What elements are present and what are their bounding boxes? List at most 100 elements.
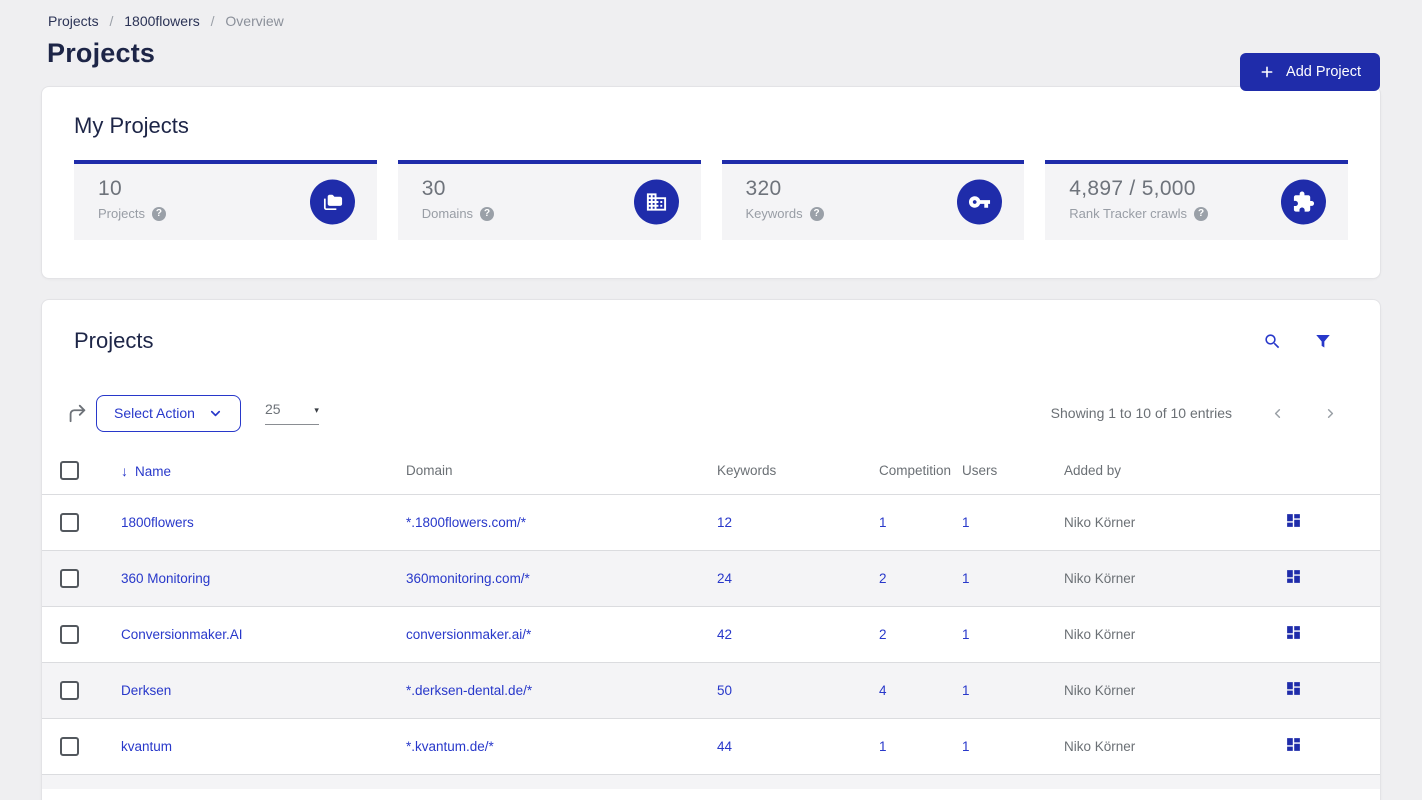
dashboard-icon[interactable] [1285,680,1302,697]
my-projects-title: My Projects [74,113,189,138]
project-domain-link[interactable]: 360monitoring.com/* [406,571,530,586]
row-checkbox[interactable] [60,736,79,756]
stat-card-crawls: 4,897 / 5,000 Rank Tracker crawls ? [1045,160,1348,240]
projects-table: ↓ Name Domain Keywords Competition Users … [42,448,1380,775]
project-name-link[interactable]: 360 Monitoring [121,571,210,586]
add-project-label: Add Project [1286,64,1361,80]
project-name-link[interactable]: Derksen [121,683,171,698]
project-added-by: Niko Körner [1064,682,1136,698]
project-users-link[interactable]: 1 [962,739,970,754]
row-checkbox[interactable] [60,680,79,700]
breadcrumb-link-1800flowers[interactable]: 1800flowers [124,13,200,29]
dashboard-icon[interactable] [1285,512,1302,529]
project-keywords-link[interactable]: 24 [717,571,732,586]
next-page-button[interactable] [1323,406,1338,421]
column-header-competition[interactable]: Competition [861,448,951,494]
project-competition-link[interactable]: 2 [879,627,887,642]
dashboard-icon[interactable] [1285,568,1302,585]
export-arrow-icon[interactable] [66,402,88,424]
help-icon[interactable]: ? [1194,206,1208,221]
projects-table-card: Projects Select Action 25 ▾ Showing 1 to… [41,299,1381,800]
project-added-by: Niko Körner [1064,570,1136,586]
stats-grid: 10 Projects ? 30 Domains ? 320 Keywords … [74,160,1348,240]
project-added-by: Niko Körner [1064,514,1136,530]
breadcrumb-current-overview: Overview [225,13,284,29]
page-size-value: 25 [264,401,281,417]
column-header-added-by[interactable]: Added by [1046,448,1245,494]
page-title: Projects [47,38,156,68]
my-projects-card: My Projects 10 Projects ? 30 Domains ? 3… [41,86,1381,279]
building-icon [633,179,679,225]
caret-down-icon: ▾ [314,405,319,415]
table-toolbar: Select Action 25 ▾ Showing 1 to 10 of 10… [66,394,1338,432]
table-row-partial [42,774,1380,789]
table-row: kvantum *.kvantum.de/* 44 1 1 Niko Körne… [42,718,1380,774]
column-header-domain[interactable]: Domain [388,448,699,494]
projects-stack-icon [309,179,355,225]
stat-label: Rank Tracker crawls [1069,206,1187,221]
project-added-by: Niko Körner [1064,626,1136,642]
plus-icon [1261,66,1273,78]
project-name-link[interactable]: 1800flowers [121,515,194,530]
stat-label: Keywords [745,206,803,221]
row-checkbox[interactable] [60,624,79,644]
project-competition-link[interactable]: 1 [879,739,887,754]
stat-card-projects: 10 Projects ? [74,160,377,240]
stat-label: Domains [421,206,474,221]
row-checkbox[interactable] [60,568,79,588]
showing-entries-text: Showing 1 to 10 of 10 entries [1050,405,1232,421]
stat-card-domains: 30 Domains ? [397,160,701,240]
breadcrumb-link-projects[interactable]: Projects [48,13,99,29]
project-users-link[interactable]: 1 [962,571,970,586]
table-header-row: ↓ Name Domain Keywords Competition Users … [42,448,1380,494]
column-header-name[interactable]: Name [135,464,171,479]
row-checkbox[interactable] [60,512,79,532]
key-icon [957,179,1003,225]
project-name-link[interactable]: kvantum [121,739,172,754]
column-header-users[interactable]: Users [944,448,1046,494]
prev-page-button[interactable] [1270,406,1285,421]
dashboard-icon[interactable] [1285,624,1302,641]
project-competition-link[interactable]: 4 [879,683,887,698]
table-row: 1800flowers *.1800flowers.com/* 12 1 1 N… [42,494,1380,550]
projects-table-title: Projects [74,328,154,353]
sort-arrow-down-icon: ↓ [121,462,128,479]
project-domain-link[interactable]: conversionmaker.ai/* [406,627,531,642]
search-icon[interactable] [1263,332,1282,351]
project-users-link[interactable]: 1 [962,627,970,642]
puzzle-icon [1281,179,1326,225]
column-header-keywords[interactable]: Keywords [699,448,861,494]
project-domain-link[interactable]: *.derksen-dental.de/* [406,683,532,698]
select-action-dropdown[interactable]: Select Action [96,394,241,432]
project-users-link[interactable]: 1 [962,683,970,698]
project-added-by: Niko Körner [1064,738,1136,754]
stat-label: Projects [98,206,145,221]
breadcrumb-separator: / [109,13,114,29]
project-keywords-link[interactable]: 42 [717,627,732,642]
project-domain-link[interactable]: *.1800flowers.com/* [406,515,526,530]
project-competition-link[interactable]: 2 [879,571,887,586]
table-row: Derksen *.derksen-dental.de/* 50 4 1 Nik… [42,662,1380,718]
project-keywords-link[interactable]: 50 [717,683,732,698]
help-icon[interactable]: ? [809,206,824,221]
add-project-button[interactable]: Add Project [1240,53,1380,91]
table-row: Conversionmaker.AI conversionmaker.ai/* … [42,606,1380,662]
project-keywords-link[interactable]: 12 [717,515,732,530]
select-all-checkbox[interactable] [60,461,79,481]
select-action-label: Select Action [114,405,195,421]
breadcrumb-separator: / [210,13,215,29]
dashboard-icon[interactable] [1285,736,1302,753]
project-users-link[interactable]: 1 [962,515,970,530]
page-size-select[interactable]: 25 ▾ [264,401,319,425]
help-icon[interactable]: ? [151,206,166,221]
stat-card-keywords: 320 Keywords ? [721,160,1025,240]
breadcrumb: Projects / 1800flowers / Overview [48,13,1422,29]
project-domain-link[interactable]: *.kvantum.de/* [406,739,494,754]
project-name-link[interactable]: Conversionmaker.AI [121,627,243,642]
help-icon[interactable]: ? [480,206,495,221]
project-keywords-link[interactable]: 44 [717,739,732,754]
table-row: 360 Monitoring 360monitoring.com/* 24 2 … [42,550,1380,606]
project-competition-link[interactable]: 1 [879,515,887,530]
chevron-down-icon [210,410,220,416]
filter-icon[interactable] [1314,332,1332,351]
